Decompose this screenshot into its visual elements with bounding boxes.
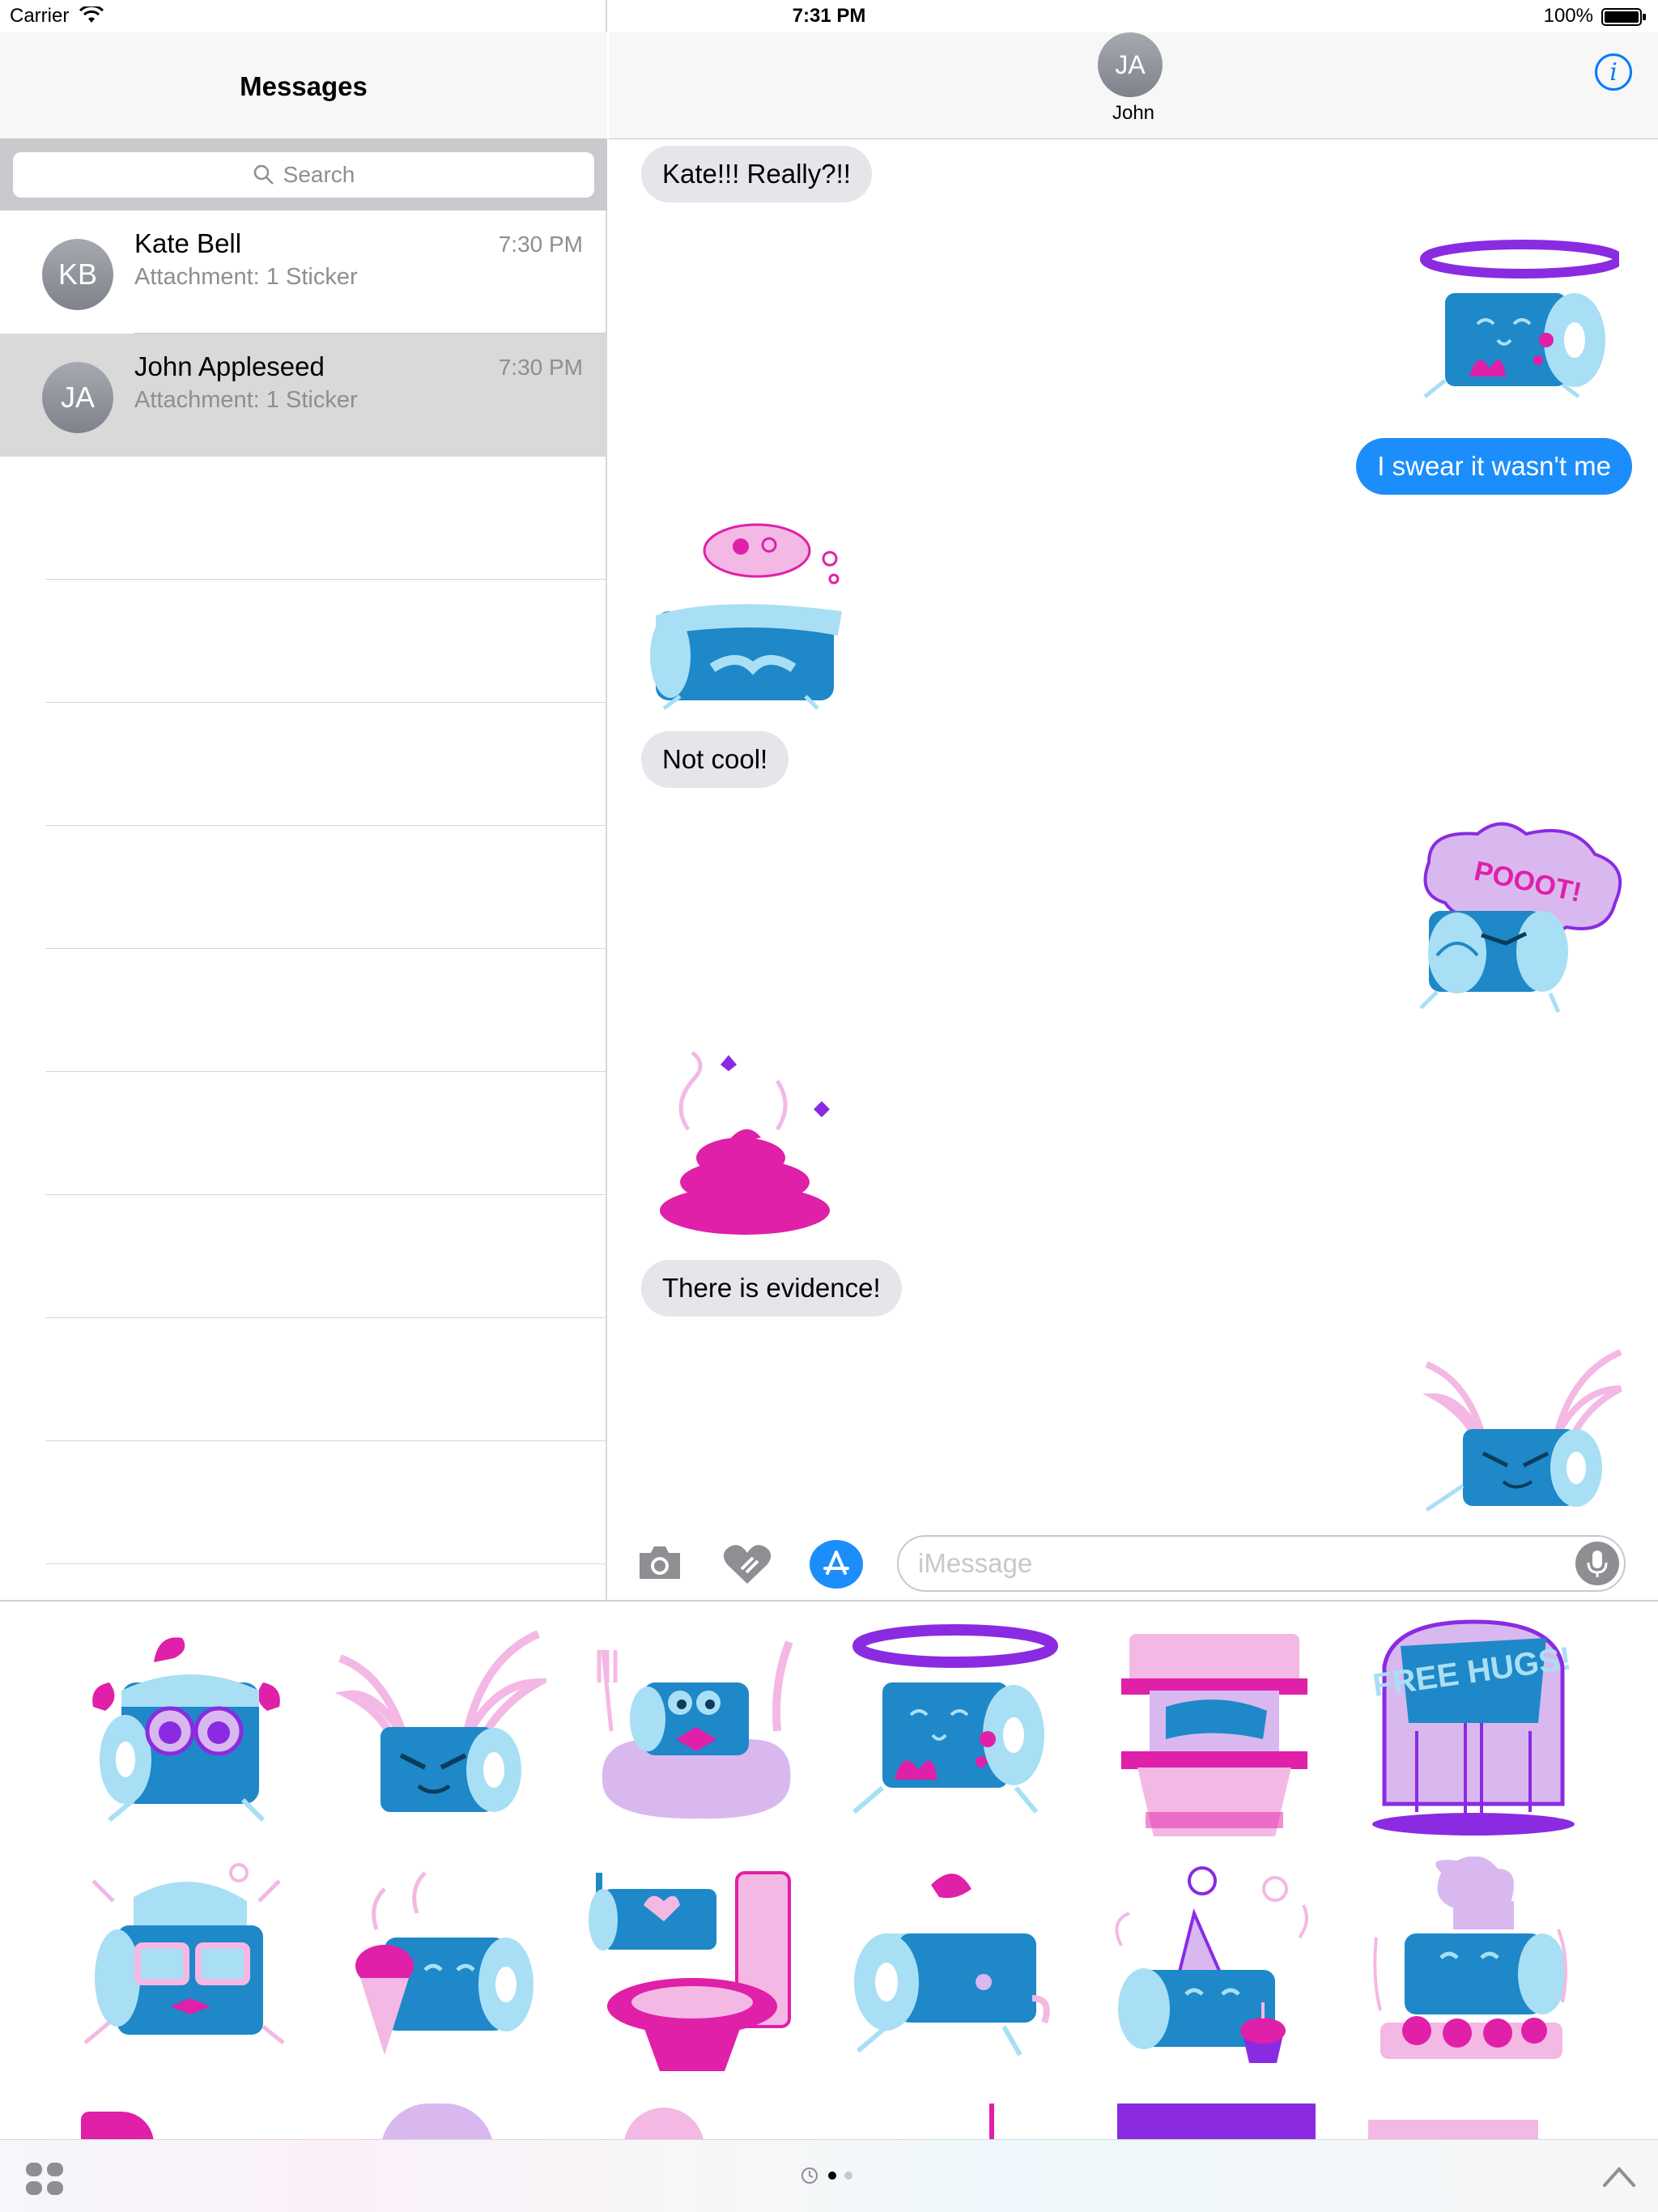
divider <box>45 579 607 580</box>
dreaming-roll-sticker[interactable] <box>640 514 858 725</box>
camera-icon[interactable] <box>636 1543 683 1582</box>
apps-grid-icon[interactable] <box>24 2161 66 2197</box>
avatar: KB <box>42 239 113 310</box>
halo-roll-sticker[interactable] <box>1409 235 1619 413</box>
divider <box>45 1317 607 1318</box>
avatar: JA <box>42 362 113 433</box>
sneaky-roll-sticker[interactable] <box>842 1857 1061 2075</box>
message-bubble-incoming[interactable]: Kate!!! Really?!! <box>641 146 872 202</box>
divider <box>45 1563 607 1564</box>
sidebar-title: Messages <box>240 71 368 101</box>
message-bubble-incoming[interactable]: There is evidence! <box>641 1260 902 1317</box>
search-placeholder: Search <box>283 162 355 187</box>
page-indicator[interactable] <box>798 2166 863 2185</box>
free-hugs-roll-sticker[interactable]: FREE HUGS! <box>1360 1618 1579 1836</box>
info-button[interactable]: i <box>1595 53 1632 91</box>
info-icon: i <box>1609 57 1618 87</box>
conversation-item-john-appleseed[interactable]: JA John Appleseed 7:30 PM Attachment: 1 … <box>0 334 607 457</box>
roll-in-toilet-sticker[interactable] <box>1105 1618 1324 1836</box>
search-icon <box>253 164 274 185</box>
chevron-up-icon[interactable] <box>1601 2163 1637 2190</box>
contact-name: Kate Bell <box>134 228 242 258</box>
winged-roll-sticker[interactable] <box>328 1618 546 1836</box>
divider <box>45 1071 607 1072</box>
battery-label: 100% <box>1543 5 1593 27</box>
conversation-list-pane: Messages Search KB Kate Bell 7:30 PM Att… <box>0 0 607 1600</box>
message-bubble-outgoing[interactable]: I swear it wasn't me <box>1356 438 1632 495</box>
toilet-love-roll-sticker[interactable] <box>587 1857 806 2075</box>
message-placeholder: iMessage <box>918 1548 1033 1578</box>
microphone-button[interactable] <box>1575 1542 1619 1585</box>
party-roll-sticker[interactable] <box>1105 1857 1324 2075</box>
message-preview: Attachment: 1 Sticker <box>134 387 358 413</box>
app-drawer-bar <box>0 2139 1658 2212</box>
message-preview: Attachment: 1 Sticker <box>134 264 358 290</box>
search-area: Search <box>0 139 607 211</box>
imessage-input[interactable]: iMessage <box>897 1535 1626 1592</box>
contact-name[interactable]: John <box>609 102 1658 125</box>
app-store-icon <box>823 1551 849 1575</box>
divider <box>45 948 607 949</box>
divider <box>45 1440 607 1441</box>
divider <box>45 702 607 703</box>
winged-roll-sticker[interactable] <box>1418 1348 1637 1522</box>
microphone-icon <box>1587 1551 1608 1577</box>
search-input[interactable]: Search <box>13 152 594 198</box>
digital-touch-heart-icon[interactable] <box>722 1543 772 1585</box>
contact-avatar[interactable]: JA <box>1098 32 1163 97</box>
contact-name: John Appleseed <box>134 351 325 381</box>
divider <box>45 1194 607 1195</box>
halo-roll-sticker[interactable] <box>842 1618 1061 1836</box>
battery-icon <box>1601 8 1646 26</box>
poop-sticker[interactable] <box>648 1049 842 1243</box>
sidebar-header: Messages <box>0 32 607 139</box>
message-bubble-incoming[interactable]: Not cool! <box>641 731 789 788</box>
chef-roll-sticker[interactable] <box>1360 1857 1579 2075</box>
conversation-header: JA John i <box>609 32 1658 139</box>
ice-cream-roll-sticker[interactable] <box>328 1857 546 2075</box>
surprised-roll-sticker[interactable] <box>77 1618 295 1836</box>
message-time: 7:30 PM <box>498 355 583 380</box>
nerd-roll-sticker[interactable] <box>77 1857 295 2075</box>
conversation-item-kate-bell[interactable]: KB Kate Bell 7:30 PM Attachment: 1 Stick… <box>0 211 607 334</box>
message-time: 7:30 PM <box>498 232 583 257</box>
message-input-bar: iMessage <box>609 1530 1658 1600</box>
roll-with-fork-and-knife-sticker[interactable] <box>587 1618 806 1836</box>
pooot-roll-sticker[interactable]: POOOT! <box>1413 814 1639 1016</box>
app-store-button[interactable] <box>810 1540 863 1589</box>
sticker-drawer: FREE HUGS! <box>0 1600 1658 2212</box>
divider <box>45 825 607 826</box>
